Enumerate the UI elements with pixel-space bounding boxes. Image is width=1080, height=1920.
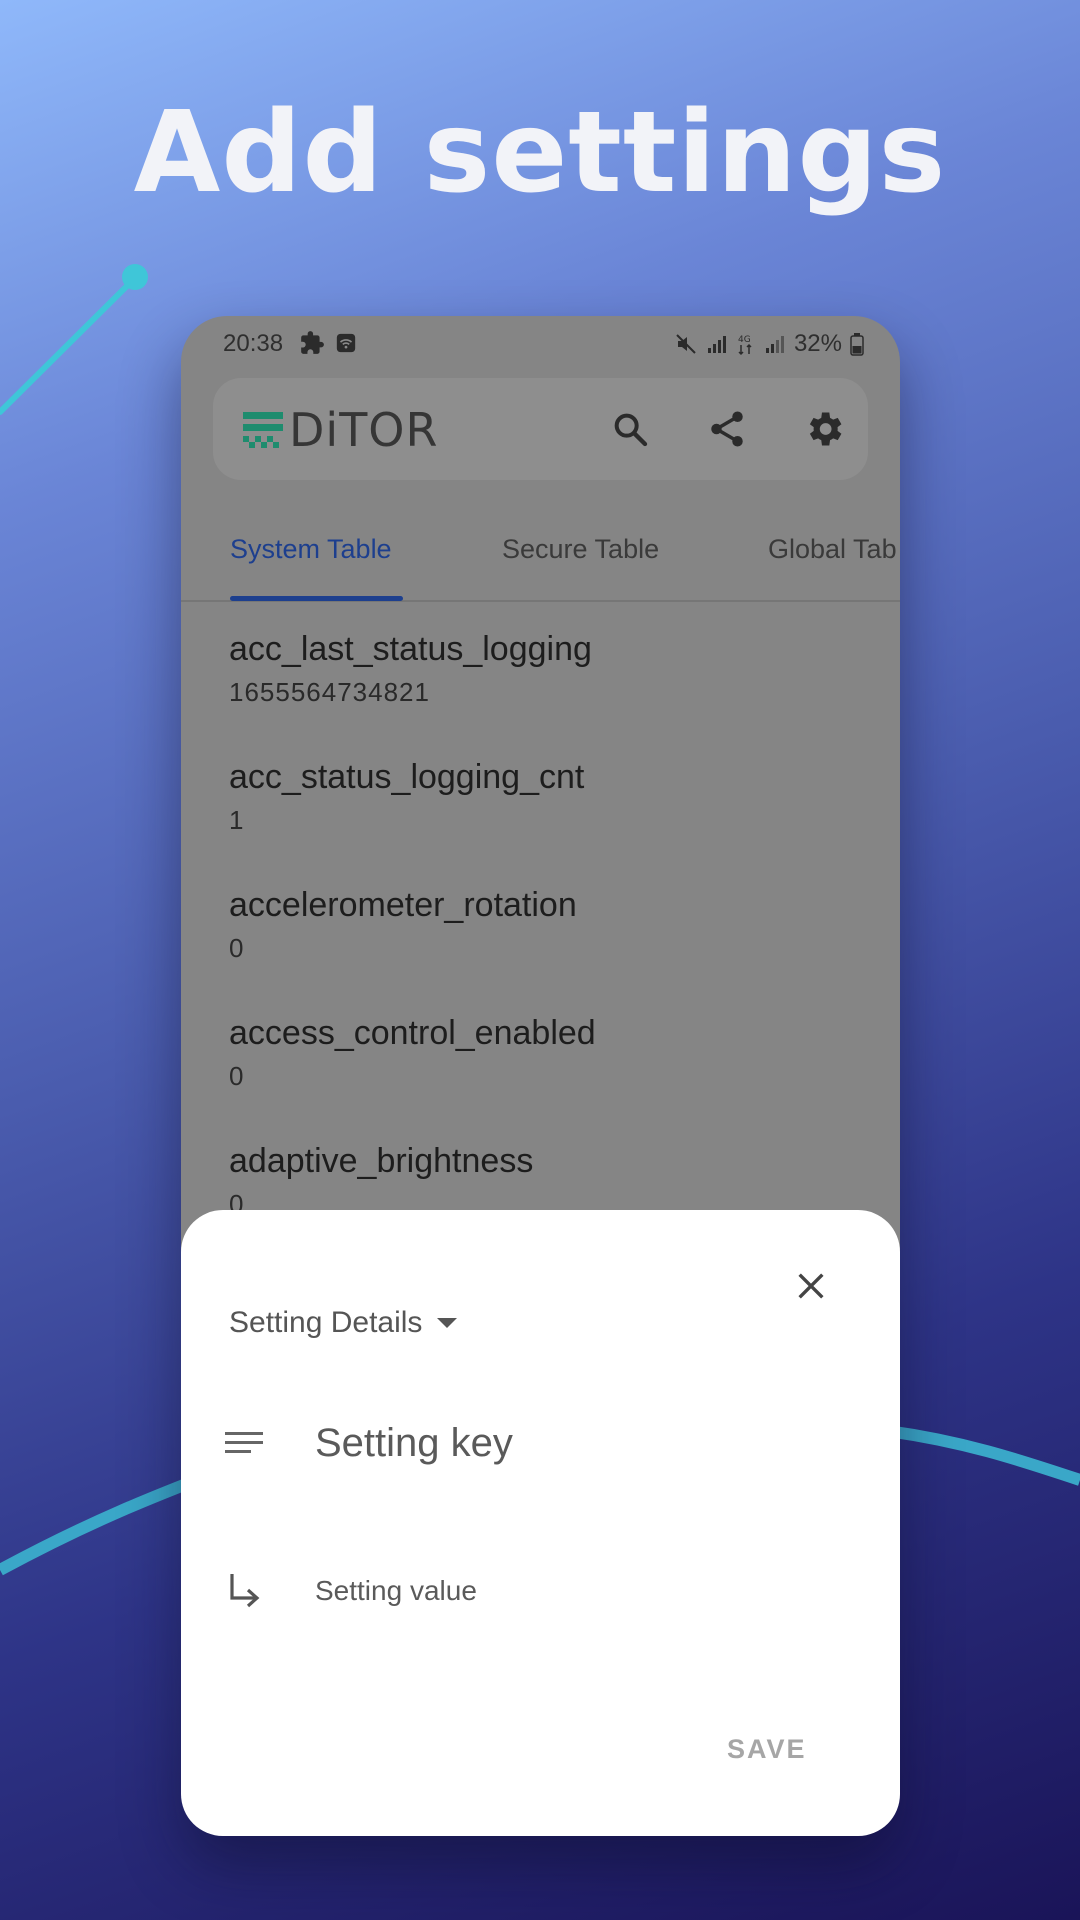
- share-icon: [711, 411, 743, 447]
- dropdown-arrow-icon: [437, 1318, 458, 1328]
- setting-value-field[interactable]: Setting value: [219, 1566, 477, 1616]
- battery-percent: 32%: [793, 330, 842, 357]
- status-time: 20:38: [223, 330, 284, 357]
- setting-key: acc_last_status_logging: [229, 630, 592, 668]
- settings-gear-icon: [809, 412, 842, 446]
- close-button[interactable]: [789, 1264, 833, 1308]
- table-tabs: System Table Secure Table Global Tab: [181, 512, 900, 602]
- status-bar: 20:38 4G 32%: [181, 316, 900, 372]
- short-text-icon: [219, 1418, 269, 1468]
- setting-key: adaptive_brightness: [229, 1142, 534, 1180]
- list-item[interactable]: adaptive_brightness 0: [229, 1142, 869, 1220]
- setting-value: 0: [229, 1061, 245, 1091]
- signal-icon: [707, 336, 726, 353]
- signal-icon: [765, 336, 784, 353]
- list-item[interactable]: accelerometer_rotation 0: [229, 886, 869, 964]
- subdirectory-arrow-icon: [219, 1566, 269, 1616]
- puzzle-icon: [301, 331, 324, 354]
- app-logo: DiTOR: [243, 403, 439, 457]
- headline: Add settings: [133, 88, 947, 218]
- list-item[interactable]: acc_last_status_logging 1655564734821: [229, 630, 869, 708]
- 4g-icon: 4G: [738, 335, 752, 356]
- save-button[interactable]: SAVE: [727, 1734, 807, 1765]
- tab-secure-table[interactable]: Secure Table: [502, 534, 659, 565]
- setting-details-label: Setting Details: [229, 1306, 423, 1339]
- app-bar: DiTOR: [213, 378, 868, 480]
- tab-active-indicator: [230, 596, 403, 601]
- tab-global-table[interactable]: Global Tab: [768, 534, 897, 565]
- setting-details-dropdown[interactable]: Setting Details: [229, 1306, 458, 1340]
- battery-icon: [850, 333, 864, 356]
- setting-key: accelerometer_rotation: [229, 886, 577, 924]
- setting-key: access_control_enabled: [229, 1014, 596, 1052]
- setting-key: acc_status_logging_cnt: [229, 758, 585, 796]
- setting-key-field[interactable]: Setting key: [219, 1418, 513, 1468]
- setting-key-input[interactable]: Setting key: [315, 1421, 513, 1466]
- logo-text: DiTOR: [289, 403, 439, 457]
- add-setting-sheet: Setting Details Setting key Setting valu…: [181, 1210, 900, 1836]
- share-button[interactable]: [703, 405, 751, 453]
- mute-icon: [676, 334, 696, 354]
- setting-value: 1655564734821: [229, 677, 430, 707]
- status-right-cluster: 4G 32%: [674, 330, 864, 358]
- logo-mark-icon: [243, 412, 283, 448]
- list-item[interactable]: access_control_enabled 0: [229, 1014, 869, 1092]
- setting-value: 1: [229, 805, 245, 835]
- list-item[interactable]: acc_status_logging_cnt 1: [229, 758, 869, 836]
- setting-value-input[interactable]: Setting value: [315, 1575, 477, 1607]
- wifi-icon: [336, 333, 356, 353]
- close-icon: [798, 1273, 824, 1299]
- setting-value: 0: [229, 933, 245, 963]
- search-icon: [614, 413, 648, 447]
- svg-text:4G: 4G: [738, 335, 751, 345]
- search-button[interactable]: [606, 405, 654, 453]
- tab-system-table[interactable]: System Table: [230, 534, 392, 565]
- settings-button[interactable]: [800, 405, 848, 453]
